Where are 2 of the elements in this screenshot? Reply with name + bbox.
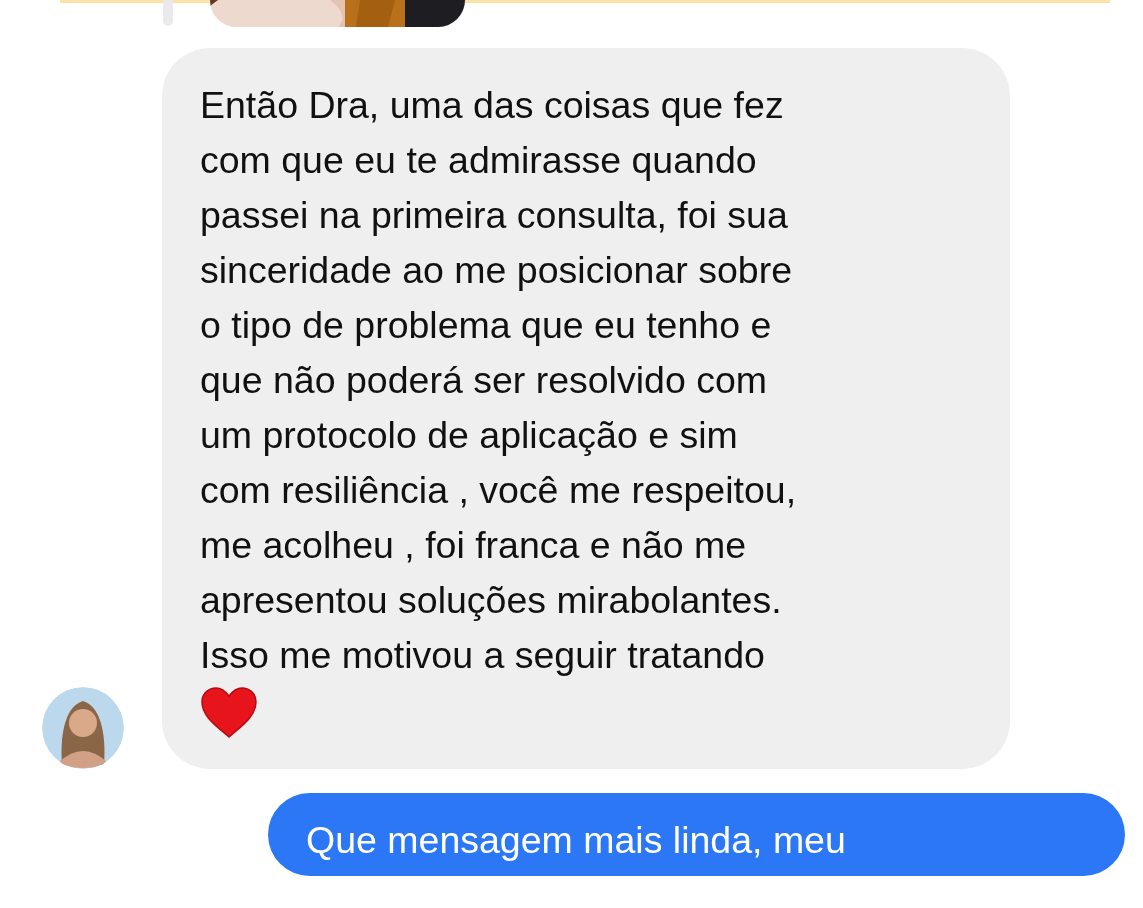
message-text: Que mensagem mais linda, meu [306, 818, 847, 863]
message-text: Então Dra, uma das coisas que fez com que eu te admirasse quando passei na primeira consulta, foi sua sinceridade ao me posicionar sobre o tipo de problema que eu tenho e que não poderá ser resolvido com um protocolo de aplicação e sim com resiliência , você me respeitou, me acolheu , foi franca e não me apresentou soluções mirabolantes. Isso me motivou a seguir tratando [200, 83, 798, 678]
